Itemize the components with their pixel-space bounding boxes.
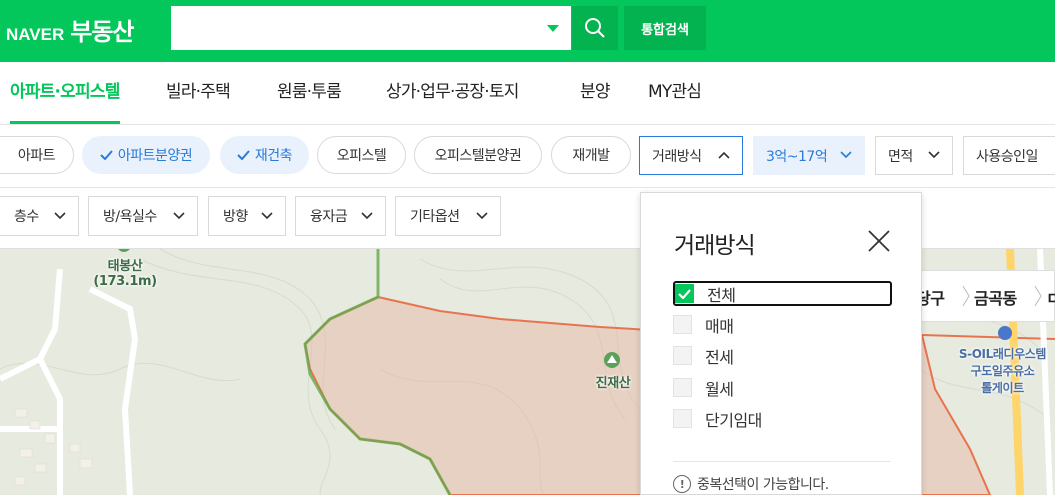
region-breadcrumb: 당구 금곡동 ㄷ bbox=[905, 270, 1055, 322]
category-tabs: 아파트·오피스텔 빌라·주택 원룸·투룸 상가·업무·공장·토지 분양 MY관심 bbox=[0, 62, 1055, 125]
option-sale[interactable]: 매매 bbox=[673, 312, 892, 337]
note-text: 중복선택이 가능합니다. bbox=[697, 477, 829, 493]
chevron-right-icon bbox=[1034, 285, 1042, 307]
naver-realestate-logo[interactable]: NAVER 부동산 bbox=[6, 12, 135, 47]
header: NAVER 부동산 통합검색 bbox=[0, 0, 1055, 62]
chip-reconstruction[interactable]: 재건축 bbox=[220, 136, 309, 174]
chevron-down-icon bbox=[173, 212, 185, 220]
chip-apartment[interactable]: 아파트 bbox=[0, 136, 74, 174]
other-options-dropdown[interactable]: 기타옵션 bbox=[395, 196, 501, 236]
floor-dropdown[interactable]: 층수 bbox=[0, 196, 79, 236]
option-jeonse[interactable]: 전세 bbox=[673, 343, 892, 368]
chip-apartment-presale-right[interactable]: 아파트분양권 bbox=[82, 136, 210, 174]
loan-dropdown[interactable]: 융자금 bbox=[295, 196, 386, 236]
option-label: 전세 bbox=[705, 347, 734, 367]
option-label: 매매 bbox=[705, 316, 734, 336]
mountain-label: 진재산 bbox=[595, 376, 631, 391]
chip-label: 재건축 bbox=[254, 148, 293, 164]
trade-type-dropdown[interactable]: 거래방식 bbox=[639, 136, 743, 175]
search-icon bbox=[585, 18, 605, 38]
direction-dropdown[interactable]: 방향 bbox=[208, 196, 286, 236]
multi-select-note: ! 중복선택이 가능합니다. bbox=[673, 474, 829, 494]
service-name: 부동산 bbox=[70, 18, 134, 46]
chevron-up-icon bbox=[718, 151, 730, 159]
integrated-search-button[interactable]: 통합검색 bbox=[624, 6, 706, 50]
property-type-filter-bar: 아파트 아파트분양권 재건축 오피스텔 오피스텔분양권 재개발 거래방식 3억~… bbox=[0, 125, 1055, 188]
chip-officetel[interactable]: 오피스텔 bbox=[317, 136, 406, 174]
mountain-label: 태봉산 (173.1m) bbox=[90, 255, 160, 289]
chevron-right-icon bbox=[962, 285, 970, 307]
mountain-height: (173.1m) bbox=[93, 274, 157, 289]
dropdown-label: 방향 bbox=[223, 209, 248, 225]
dropdown-label: 층수 bbox=[14, 209, 39, 225]
checkbox-icon[interactable] bbox=[673, 346, 692, 365]
poi-line: 구도일주유소 bbox=[970, 364, 1035, 378]
price-range-dropdown[interactable]: 3억~17억 bbox=[753, 136, 865, 175]
search-dropdown-caret-icon[interactable] bbox=[547, 25, 559, 32]
poi-line: S-OIL래디우스템 bbox=[958, 347, 1047, 361]
tab-commercial-land[interactable]: 상가·업무·공장·토지 bbox=[386, 62, 519, 124]
search-input[interactable] bbox=[171, 6, 571, 50]
option-monthly-rent[interactable]: 월세 bbox=[673, 375, 892, 400]
chevron-down-icon bbox=[840, 151, 852, 159]
gas-station-poi[interactable]: S-OIL래디우스템 구도일주유소 톨게이트 bbox=[950, 346, 1055, 397]
popup-title: 거래방식 bbox=[674, 233, 756, 259]
tab-my-interest[interactable]: MY관심 bbox=[648, 62, 702, 124]
chevron-down-icon bbox=[54, 212, 66, 220]
area-dropdown[interactable]: 면적 bbox=[875, 136, 953, 175]
poi-line: 톨게이트 bbox=[981, 381, 1024, 395]
trade-type-popup: 거래방식 전체 매매 전세 월세 단기임대 ! 중복선택이 가능합니다. bbox=[640, 192, 922, 495]
dropdown-label: 3억~17억 bbox=[766, 148, 828, 165]
chevron-down-icon bbox=[476, 212, 488, 220]
chip-label: 오피스텔분양권 bbox=[434, 148, 522, 164]
chip-label: 재개발 bbox=[572, 148, 610, 164]
approval-date-dropdown[interactable]: 사용승인일 bbox=[963, 136, 1055, 175]
check-icon bbox=[100, 150, 113, 160]
chip-label: 오피스텔 bbox=[336, 148, 387, 164]
checkbox-icon[interactable] bbox=[673, 409, 692, 428]
popup-divider bbox=[673, 461, 891, 462]
room-bath-dropdown[interactable]: 방/욕실수 bbox=[88, 196, 198, 236]
dropdown-label: 사용승인일 bbox=[976, 148, 1038, 165]
breadcrumb-dong[interactable]: 금곡동 bbox=[974, 285, 1017, 309]
mountain-name: 태봉산 bbox=[107, 259, 143, 274]
option-all[interactable]: 전체 bbox=[673, 281, 892, 306]
option-short-term-rent[interactable]: 단기임대 bbox=[673, 406, 892, 431]
chevron-down-icon bbox=[261, 212, 273, 220]
chevron-down-icon bbox=[361, 212, 373, 220]
dropdown-label: 면적 bbox=[888, 148, 913, 165]
chip-label: 아파트 bbox=[17, 148, 56, 164]
chip-redevelopment[interactable]: 재개발 bbox=[551, 136, 631, 174]
option-label: 전체 bbox=[707, 285, 736, 305]
chevron-down-icon bbox=[928, 151, 940, 159]
tab-apartment-officetel[interactable]: 아파트·오피스텔 bbox=[10, 62, 120, 124]
checkbox-icon[interactable] bbox=[673, 315, 692, 334]
tab-presale[interactable]: 분양 bbox=[580, 62, 610, 124]
close-icon[interactable] bbox=[867, 229, 891, 253]
tab-oneroom-tworoom[interactable]: 원룸·투룸 bbox=[277, 62, 342, 124]
option-label: 월세 bbox=[705, 379, 734, 399]
search-button[interactable] bbox=[572, 6, 618, 50]
dropdown-label: 기타옵션 bbox=[410, 209, 460, 225]
checkbox-checked-icon[interactable] bbox=[675, 284, 694, 303]
chip-label: 아파트분양권 bbox=[117, 148, 193, 164]
tab-villa-house[interactable]: 빌라·주택 bbox=[166, 62, 231, 124]
checkbox-icon[interactable] bbox=[673, 378, 692, 397]
info-icon: ! bbox=[673, 475, 691, 493]
breadcrumb-next[interactable]: ㄷ bbox=[1046, 285, 1055, 309]
option-label: 단기임대 bbox=[705, 410, 762, 430]
dropdown-label: 융자금 bbox=[310, 209, 348, 225]
dropdown-label: 방/욕실수 bbox=[103, 209, 157, 225]
chip-officetel-presale-right[interactable]: 오피스텔분양권 bbox=[414, 136, 542, 174]
dropdown-label: 거래방식 bbox=[652, 148, 702, 165]
check-icon bbox=[237, 150, 250, 160]
naver-logo-text: NAVER bbox=[6, 25, 65, 44]
